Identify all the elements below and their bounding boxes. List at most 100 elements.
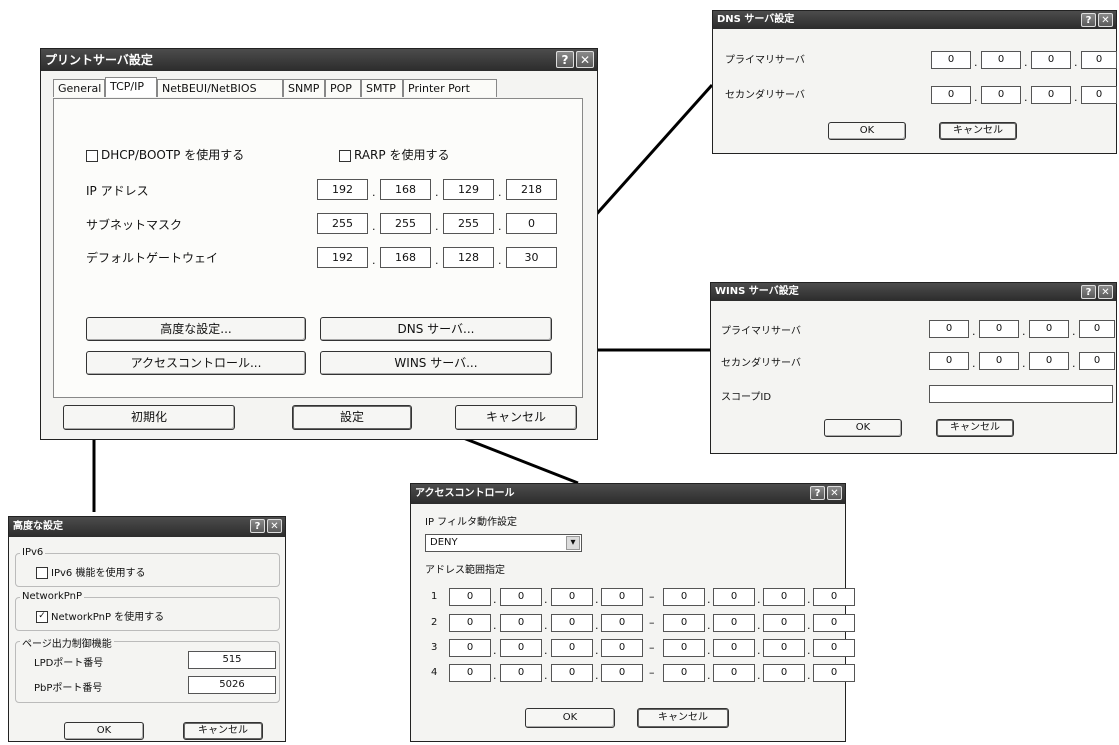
- subnet-octet-3[interactable]: 255: [443, 213, 494, 234]
- advanced-settings-button[interactable]: 高度な設定...: [86, 317, 306, 341]
- dns-cancel-button[interactable]: キャンセル: [939, 122, 1017, 140]
- gateway-octet-3[interactable]: 128: [443, 247, 494, 268]
- wins-primary-octet-1[interactable]: 0: [929, 320, 969, 338]
- subnet-octet-2[interactable]: 255: [380, 213, 431, 234]
- range-from-octet-2[interactable]: 0: [500, 614, 542, 632]
- range-from-octet-3[interactable]: 0: [551, 639, 593, 657]
- range-from-octet-3[interactable]: 0: [551, 614, 593, 632]
- close-icon[interactable]: ✕: [267, 519, 282, 533]
- dns-primary-octet-2[interactable]: 0: [981, 51, 1021, 69]
- tab-smtp[interactable]: SMTP: [361, 79, 403, 97]
- ipv6-checkbox[interactable]: IPv6 機能を使用する: [36, 564, 145, 579]
- close-icon[interactable]: ✕: [1098, 13, 1113, 27]
- range-from-octet-4[interactable]: 0: [601, 664, 643, 682]
- set-button[interactable]: 設定: [292, 405, 412, 430]
- range-to-octet-4[interactable]: 0: [813, 664, 855, 682]
- wins-secondary-octet-1[interactable]: 0: [929, 352, 969, 370]
- range-to-octet-3[interactable]: 0: [763, 588, 805, 606]
- range-to-octet-3[interactable]: 0: [763, 614, 805, 632]
- tab-printer-port[interactable]: Printer Port: [403, 79, 497, 97]
- close-icon[interactable]: ✕: [827, 486, 842, 500]
- range-to-octet-4[interactable]: 0: [813, 639, 855, 657]
- dns-primary-octet-1[interactable]: 0: [931, 51, 971, 69]
- advanced-cancel-button[interactable]: キャンセル: [183, 722, 263, 740]
- help-icon[interactable]: ?: [556, 51, 574, 68]
- tab-tcpip[interactable]: TCP/IP: [105, 77, 157, 97]
- cancel-button[interactable]: キャンセル: [455, 405, 577, 430]
- subnet-octet-4[interactable]: 0: [506, 213, 557, 234]
- tab-pop[interactable]: POP: [325, 79, 361, 97]
- chevron-down-icon[interactable]: ▾: [566, 536, 580, 550]
- range-from-octet-4[interactable]: 0: [601, 639, 643, 657]
- networkpnp-checkbox[interactable]: ✓ NetworkPnP を使用する: [36, 608, 164, 623]
- ip-octet-2[interactable]: 168: [380, 179, 431, 200]
- close-icon[interactable]: ✕: [576, 51, 594, 68]
- range-to-octet-1[interactable]: 0: [663, 588, 705, 606]
- range-from-octet-1[interactable]: 0: [449, 588, 491, 606]
- access-ok-button[interactable]: OK: [525, 708, 615, 728]
- range-to-octet-2[interactable]: 0: [713, 588, 755, 606]
- range-from-octet-1[interactable]: 0: [449, 614, 491, 632]
- ip-octet-3[interactable]: 129: [443, 179, 494, 200]
- dns-secondary-octet-2[interactable]: 0: [981, 86, 1021, 104]
- help-icon[interactable]: ?: [810, 486, 825, 500]
- dns-primary-octet-4[interactable]: 0: [1081, 51, 1117, 69]
- wins-secondary-octet-4[interactable]: 0: [1079, 352, 1115, 370]
- tab-general[interactable]: General: [53, 79, 105, 97]
- help-icon[interactable]: ?: [1081, 13, 1096, 27]
- gateway-octet-2[interactable]: 168: [380, 247, 431, 268]
- wins-primary-octet-2[interactable]: 0: [979, 320, 1019, 338]
- range-from-octet-1[interactable]: 0: [449, 664, 491, 682]
- wins-secondary-octet-3[interactable]: 0: [1029, 352, 1069, 370]
- ip-octet-1[interactable]: 192: [317, 179, 368, 200]
- range-to-octet-4[interactable]: 0: [813, 588, 855, 606]
- range-from-octet-1[interactable]: 0: [449, 639, 491, 657]
- range-to-octet-2[interactable]: 0: [713, 639, 755, 657]
- help-icon[interactable]: ?: [1081, 285, 1096, 299]
- wins-server-button[interactable]: WINS サーバ...: [320, 351, 552, 375]
- advanced-ok-button[interactable]: OK: [64, 722, 144, 740]
- gateway-octet-1[interactable]: 192: [317, 247, 368, 268]
- access-control-button[interactable]: アクセスコントロール...: [86, 351, 306, 375]
- range-to-octet-1[interactable]: 0: [663, 639, 705, 657]
- initialize-button[interactable]: 初期化: [63, 405, 235, 430]
- tab-netbeui[interactable]: NetBEUI/NetBIOS: [157, 79, 283, 97]
- dns-server-button[interactable]: DNS サーバ...: [320, 317, 552, 341]
- dhcp-checkbox[interactable]: DHCP/BOOTP を使用する: [86, 146, 244, 163]
- range-to-octet-3[interactable]: 0: [763, 639, 805, 657]
- wins-secondary-octet-2[interactable]: 0: [979, 352, 1019, 370]
- range-from-octet-2[interactable]: 0: [500, 639, 542, 657]
- range-from-octet-4[interactable]: 0: [601, 588, 643, 606]
- range-from-octet-3[interactable]: 0: [551, 664, 593, 682]
- access-cancel-button[interactable]: キャンセル: [637, 708, 729, 728]
- dns-primary-octet-3[interactable]: 0: [1031, 51, 1071, 69]
- wins-ok-button[interactable]: OK: [824, 419, 902, 437]
- dns-secondary-octet-1[interactable]: 0: [931, 86, 971, 104]
- scope-id-input[interactable]: [929, 385, 1113, 403]
- range-from-octet-3[interactable]: 0: [551, 588, 593, 606]
- range-to-octet-2[interactable]: 0: [713, 664, 755, 682]
- dns-secondary-octet-3[interactable]: 0: [1031, 86, 1071, 104]
- wins-primary-octet-4[interactable]: 0: [1079, 320, 1115, 338]
- range-to-octet-2[interactable]: 0: [713, 614, 755, 632]
- subnet-octet-1[interactable]: 255: [317, 213, 368, 234]
- range-to-octet-1[interactable]: 0: [663, 614, 705, 632]
- help-icon[interactable]: ?: [250, 519, 265, 533]
- lpd-port-input[interactable]: 515: [188, 651, 276, 669]
- rarp-checkbox[interactable]: RARP を使用する: [339, 146, 449, 163]
- gateway-octet-4[interactable]: 30: [506, 247, 557, 268]
- tab-snmp[interactable]: SNMP: [283, 79, 325, 97]
- range-to-octet-3[interactable]: 0: [763, 664, 805, 682]
- range-from-octet-2[interactable]: 0: [500, 664, 542, 682]
- dns-secondary-octet-4[interactable]: 0: [1081, 86, 1117, 104]
- wins-cancel-button[interactable]: キャンセル: [936, 419, 1014, 437]
- dns-ok-button[interactable]: OK: [828, 122, 906, 140]
- close-icon[interactable]: ✕: [1098, 285, 1113, 299]
- range-to-octet-4[interactable]: 0: [813, 614, 855, 632]
- pbp-port-input[interactable]: 5026: [188, 676, 276, 694]
- range-from-octet-4[interactable]: 0: [601, 614, 643, 632]
- wins-primary-octet-3[interactable]: 0: [1029, 320, 1069, 338]
- ip-filter-select[interactable]: DENY ▾: [425, 534, 582, 552]
- ip-octet-4[interactable]: 218: [506, 179, 557, 200]
- range-to-octet-1[interactable]: 0: [663, 664, 705, 682]
